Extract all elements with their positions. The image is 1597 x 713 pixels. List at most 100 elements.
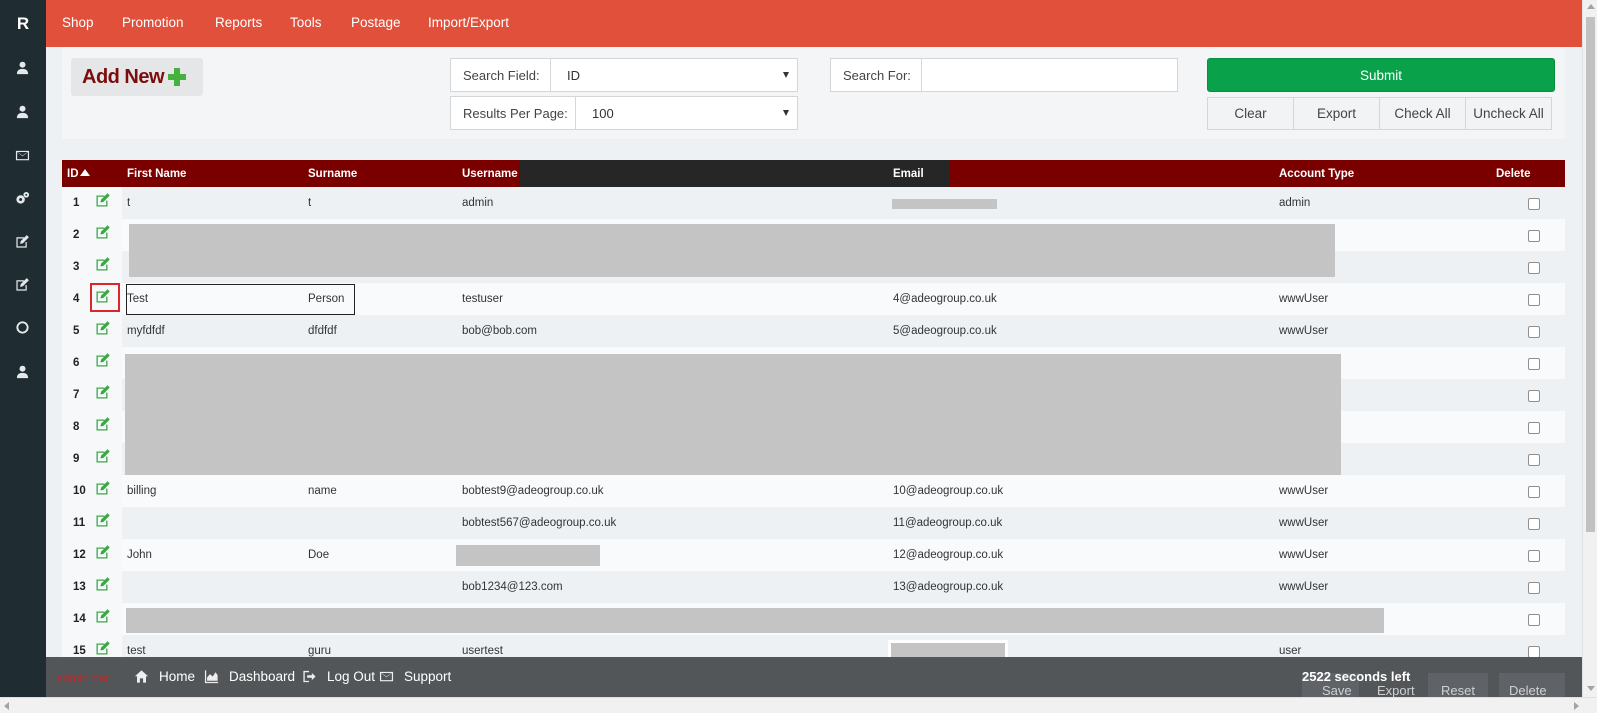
edit-icon[interactable] (95, 384, 111, 400)
delete-checkbox[interactable] (1528, 390, 1540, 402)
delete-checkbox[interactable] (1528, 582, 1540, 594)
results-per-page-select[interactable]: Results Per Page: 100 (450, 96, 798, 130)
check-all-button[interactable]: Check All (1380, 98, 1466, 129)
edit-icon[interactable] (95, 512, 111, 528)
logo[interactable]: R (0, 14, 46, 34)
clear-button[interactable]: Clear (1208, 98, 1294, 129)
delete-checkbox[interactable] (1528, 326, 1540, 338)
id-cell (62, 347, 122, 379)
admin-footer-bar: Save Export Reset Delete admin bar Home … (46, 657, 1582, 698)
add-new-button[interactable]: Add New (71, 58, 203, 96)
edit-icon[interactable] (95, 576, 111, 592)
edit-icon[interactable] (95, 480, 111, 496)
footer-export-button[interactable]: Export (1377, 683, 1415, 698)
delete-checkbox[interactable] (1528, 198, 1540, 210)
header-delete: Delete (1496, 168, 1531, 180)
cell-account-type: user (1279, 645, 1302, 657)
nav-shop[interactable]: Shop (62, 15, 94, 30)
id-cell (62, 539, 122, 571)
header-account-type[interactable]: Account Type (1279, 168, 1354, 180)
home-link[interactable]: Home (134, 669, 195, 684)
save-button[interactable]: Save (1322, 683, 1352, 698)
header-id[interactable]: ID (67, 168, 90, 180)
edit-icon[interactable] (95, 416, 111, 432)
edit-icon[interactable] (95, 224, 111, 240)
cell-email: 5@adeogroup.co.uk (893, 325, 997, 337)
logout-link[interactable]: Log Out (302, 669, 375, 684)
edit-icon[interactable] (95, 320, 111, 336)
scroll-up-arrow-icon[interactable] (1587, 4, 1595, 9)
id-cell (62, 443, 122, 475)
delete-checkbox[interactable] (1528, 230, 1540, 242)
envelope-icon[interactable] (13, 146, 31, 164)
edit-icon[interactable] (95, 640, 111, 656)
edit-icon[interactable] (13, 275, 31, 293)
delete-checkbox[interactable] (1528, 518, 1540, 530)
user-icon[interactable] (13, 362, 31, 380)
delete-checkbox[interactable] (1528, 422, 1540, 434)
envelope-icon (379, 671, 394, 682)
cell-account-type: wwwUser (1279, 581, 1329, 593)
area-chart-icon (204, 670, 219, 684)
gears-icon[interactable] (13, 189, 31, 207)
cell-id: 7 (73, 389, 80, 401)
nav-reports[interactable]: Reports (215, 15, 262, 30)
export-button[interactable]: Export (1294, 98, 1380, 129)
reset-button[interactable]: Reset (1441, 683, 1475, 698)
scroll-left-arrow-icon[interactable] (4, 702, 9, 710)
dashboard-link[interactable]: Dashboard (204, 669, 295, 684)
edit-icon[interactable] (95, 608, 111, 624)
submit-button[interactable]: Submit (1207, 58, 1555, 92)
edit-icon[interactable] (95, 544, 111, 560)
header-username[interactable]: Username (462, 168, 518, 180)
scroll-right-arrow-icon[interactable] (1574, 702, 1579, 710)
cell-first-name: t (127, 197, 131, 209)
delete-checkbox[interactable] (1528, 454, 1540, 466)
user-icon[interactable] (13, 102, 31, 120)
delete-button[interactable]: Delete (1509, 683, 1547, 698)
cell-id: 3 (73, 261, 80, 273)
search-field-select[interactable]: Search Field: ID (450, 58, 798, 92)
search-field-value[interactable]: ID (551, 59, 797, 91)
results-per-page-value[interactable]: 100 (576, 97, 797, 129)
edit-icon[interactable] (13, 232, 31, 250)
cell-username: bob1234@123.com (462, 581, 563, 593)
edit-icon[interactable] (95, 352, 111, 368)
edit-icon[interactable] (95, 448, 111, 464)
support-link[interactable]: Support (379, 669, 451, 684)
caret-down-icon (783, 110, 789, 116)
cell-account-type: wwwUser (1279, 293, 1329, 305)
delete-checkbox[interactable] (1528, 614, 1540, 626)
delete-checkbox[interactable] (1528, 294, 1540, 306)
delete-checkbox[interactable] (1528, 262, 1540, 274)
circle-icon[interactable] (13, 318, 31, 336)
cell-email: 10@adeogroup.co.uk (893, 485, 1004, 497)
delete-checkbox[interactable] (1528, 358, 1540, 370)
results-per-page-value-text: 100 (592, 105, 614, 121)
nav-promotion[interactable]: Promotion (122, 15, 184, 30)
scroll-down-arrow-icon[interactable] (1587, 686, 1595, 691)
horizontal-scrollbar[interactable] (0, 697, 1597, 713)
edit-icon[interactable] (95, 192, 111, 208)
nav-tools[interactable]: Tools (290, 15, 322, 30)
delete-checkbox[interactable] (1528, 550, 1540, 562)
scroll-thumb[interactable] (1586, 17, 1595, 532)
edit-icon[interactable] (95, 256, 111, 272)
nav-postage[interactable]: Postage (351, 15, 401, 30)
cell-id: 2 (73, 229, 80, 241)
header-email[interactable]: Email (893, 168, 924, 180)
uncheck-all-button[interactable]: Uncheck All (1466, 98, 1551, 129)
vertical-scrollbar[interactable] (1582, 0, 1597, 697)
nav-import-export[interactable]: Import/Export (428, 15, 509, 30)
id-cell (62, 507, 122, 539)
delete-checkbox[interactable] (1528, 486, 1540, 498)
header-first-name[interactable]: First Name (127, 168, 186, 180)
header-surname[interactable]: Surname (308, 168, 357, 180)
cell-surname: guru (308, 645, 332, 657)
cell-id: 1 (73, 197, 80, 209)
redacted-block (892, 199, 997, 209)
search-for-input[interactable] (922, 59, 1177, 91)
sidebar: R (0, 0, 46, 713)
search-for-field: Search For: (830, 58, 1178, 92)
user-icon[interactable] (13, 58, 31, 76)
